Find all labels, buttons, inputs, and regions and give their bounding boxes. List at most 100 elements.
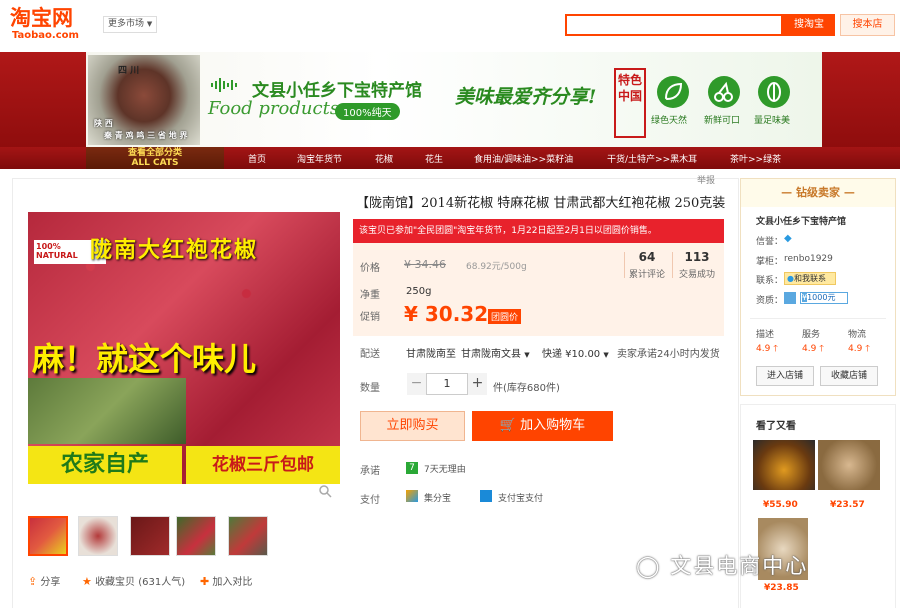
reviews-count[interactable]: 64 <box>626 250 668 264</box>
arrow-up-icon: 🡑 <box>819 344 824 354</box>
image-slogan-text: 麻！就这个味儿 <box>32 340 257 378</box>
search-shop-button[interactable]: 搜本店 <box>840 14 895 36</box>
add-to-cart-button[interactable]: 🛒 加入购物车 <box>472 411 613 441</box>
nav-item-dried-goods[interactable]: 干货/土特产>>黑木耳 <box>607 152 697 165</box>
rating-logistics-label: 物流 <box>848 330 867 340</box>
add-to-cart-label: 加入购物车 <box>520 418 586 433</box>
all-cats-label-en: ALL CATS <box>131 158 179 168</box>
rating-logistics-number: 4.9 <box>848 344 863 354</box>
farm-photo <box>28 378 186 444</box>
thumbnail-5[interactable] <box>228 516 268 556</box>
weight-label: 净重 <box>360 290 380 301</box>
express-fee[interactable]: 快递 ¥10.00 ▼ <box>542 345 609 360</box>
also-viewed-price-1[interactable]: ¥55.90 <box>763 500 798 510</box>
banner-natural-badge: 100%纯天 <box>335 103 400 120</box>
wechat-icon: ◯ <box>636 554 662 578</box>
rooster-caption-top: 四 川 <box>118 66 140 76</box>
more-markets-label: 更多市场 <box>108 19 145 29</box>
thumbnail-3[interactable] <box>130 516 170 556</box>
nav-item-new-year-festival[interactable]: 淘宝年货节 <box>297 152 342 165</box>
contact-label: 联系： <box>756 276 784 286</box>
search-taobao-button[interactable]: 搜淘宝 <box>783 14 835 36</box>
contact-label-text: 和我联系 <box>793 274 826 283</box>
delivery-destination: 甘肃陇南文县 <box>461 349 521 360</box>
more-markets-dropdown[interactable]: 更多市场 ▼ <box>103 16 157 33</box>
all-cats-label-cn: 查看全部分类 <box>127 148 182 158</box>
also-viewed-price-2[interactable]: ¥23.57 <box>830 500 865 510</box>
sound-wave-icon <box>211 78 237 92</box>
rating-description-value: 4.9 🡑 <box>756 341 778 357</box>
price-label: 价格 <box>360 263 380 274</box>
zoom-icon[interactable] <box>318 484 338 500</box>
weight-value: 250g <box>406 286 432 297</box>
report-link[interactable]: 举报 <box>697 173 715 186</box>
chevron-down-icon: ▼ <box>146 20 153 28</box>
delivery-from: 甘肃陇南 <box>406 349 446 360</box>
deposit-badge[interactable]: ¥1000元 <box>800 292 848 304</box>
payment-alipay[interactable]: 支付宝支付 <box>498 491 543 504</box>
rating-description-number: 4.9 <box>756 344 771 354</box>
seller-panel <box>740 178 896 396</box>
wechat-watermark: ◯ 文县电商中心 <box>636 550 808 580</box>
nav-item-home[interactable]: 首页 <box>248 152 266 165</box>
star-icon: ★ <box>82 575 92 588</box>
promo-banner[interactable]: 该宝贝已参加"全民团圆"淘宝年货节，1月22日起至2月1日以团圆价销售。 <box>353 219 724 243</box>
buy-now-button[interactable]: 立即购买 <box>360 411 465 441</box>
group-price-tag: 团圆价 <box>488 309 522 324</box>
payment-jifenbao[interactable]: 集分宝 <box>424 491 451 504</box>
seller-shop-name[interactable]: 文县小任乡下宝特产馆 <box>756 214 846 227</box>
favorite-item-button[interactable]: ★ 收藏宝贝 (631人气) <box>82 573 185 588</box>
divider <box>672 252 673 278</box>
unit-price: 68.92元/500g <box>466 262 527 272</box>
watermark-text: 文县电商中心 <box>670 554 809 578</box>
promise-text[interactable]: 7天无理由 <box>424 462 466 475</box>
feature-label-1: 绿色天然 <box>651 116 688 126</box>
deposit-value: 1000元 <box>807 293 836 302</box>
rating-service-label: 服务 <box>802 330 821 340</box>
nav-item-oil[interactable]: 食用油/调味油>>菜籽油 <box>474 152 573 165</box>
taobao-logo[interactable]: 淘宝网 <box>10 8 73 29</box>
quantity-label: 数量 <box>360 383 380 394</box>
also-viewed-image-2[interactable] <box>818 440 880 490</box>
quantity-decrease-button[interactable]: − <box>407 373 427 395</box>
also-viewed-image-1[interactable] <box>753 440 815 490</box>
rating-description-label: 描述 <box>756 330 775 340</box>
promo-price: ¥ 30.32 <box>404 302 489 326</box>
also-viewed-title: 看了又看 <box>756 421 796 432</box>
all-categories-button[interactable]: 查看全部分类 ALL CATS <box>86 147 224 169</box>
enter-shop-button[interactable]: 进入店铺 <box>756 366 814 386</box>
delivery-destination-select[interactable]: 甘肃陇南文县 ▼ <box>461 345 530 360</box>
owner-name[interactable]: renbo1929 <box>784 254 833 264</box>
thumbnail-1[interactable] <box>28 516 68 556</box>
wangwang-icon: ● <box>787 274 794 283</box>
feature-label-3: 量足味美 <box>754 116 791 126</box>
nav-item-peanut[interactable]: 花生 <box>425 152 443 165</box>
reviews-label[interactable]: 累计评论 <box>624 267 670 280</box>
rooster-caption-bottom: 秦 青 鸡 鸣 三 省 地 界 <box>104 131 188 140</box>
plus-icon: ✚ <box>200 575 210 588</box>
divider <box>750 318 886 319</box>
favorite-shop-button[interactable]: 收藏店铺 <box>820 366 878 386</box>
certified-icon <box>784 292 796 304</box>
contact-seller-button[interactable]: ●和我联系 <box>784 272 836 285</box>
search-input[interactable] <box>565 14 783 36</box>
quantity-input[interactable]: 1 <box>427 373 467 395</box>
nav-item-pepper[interactable]: 花椒 <box>375 152 393 165</box>
thumbnail-4[interactable] <box>176 516 216 556</box>
quantity-increase-button[interactable]: + <box>467 373 487 395</box>
alipay-icon <box>480 490 492 502</box>
product-title: 【陇南馆】2014新花椒 特麻花椒 甘肃武都大红袍花椒 250克装 <box>356 196 726 211</box>
image-title-text: 陇南大红袍花椒 <box>90 238 259 263</box>
arrow-up-icon: 🡑 <box>865 344 870 354</box>
thumbnail-2[interactable] <box>78 516 118 556</box>
also-viewed-price-3[interactable]: ¥23.85 <box>764 583 799 593</box>
taobao-logo-sub[interactable]: Taobao.com <box>12 30 79 41</box>
delivery-label: 配送 <box>360 349 380 360</box>
compare-button[interactable]: ✚ 加入对比 <box>200 573 252 588</box>
jifenbao-icon <box>406 490 418 502</box>
seller-level-text: 钻级卖家 <box>796 186 840 199</box>
nav-item-tea[interactable]: 茶叶>>绿茶 <box>730 152 781 165</box>
rooster-caption-mid: 陕 西 <box>94 119 113 128</box>
banner-seal: 特色中国 <box>614 68 646 138</box>
share-button[interactable]: ⇪ 分享 <box>28 573 60 588</box>
